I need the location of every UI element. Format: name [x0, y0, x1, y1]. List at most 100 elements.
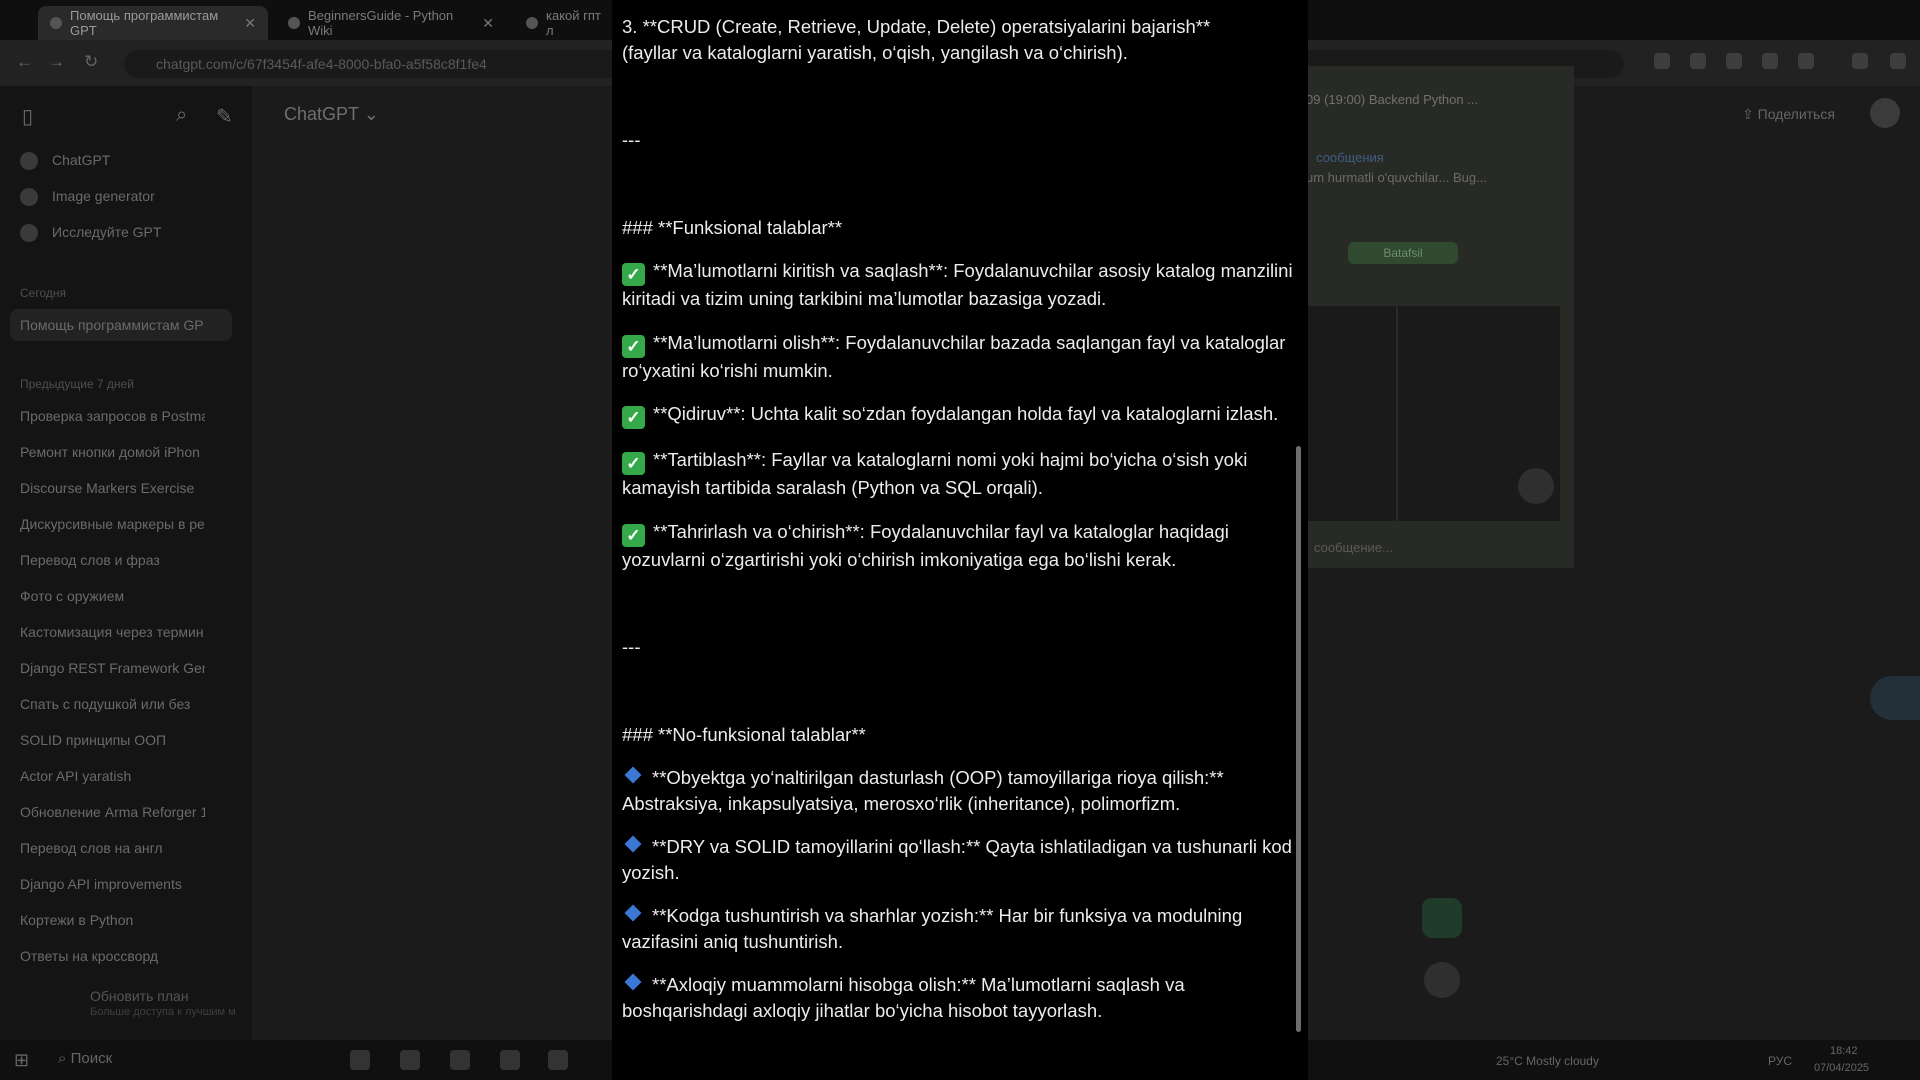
- nonfunctional-heading: ### **No-funksional talablar**: [622, 723, 866, 745]
- chat-history-item[interactable]: Перевод слов и фраз: [20, 552, 205, 568]
- back-icon[interactable]: ←: [16, 52, 33, 72]
- model-selector[interactable]: ChatGPT ⌄: [284, 104, 379, 125]
- search-icon: ⌕: [58, 1050, 71, 1067]
- functional-heading: ### **Funksional talablar**: [622, 216, 843, 238]
- nonfunctional-item-text: **DRY va SOLID tamoyillarini qo‘llash:**…: [622, 836, 1292, 883]
- nonfunctional-item: **Obyektga yo‘naltirilgan dasturlash (OO…: [622, 765, 1294, 816]
- upgrade-plan-button[interactable]: Обновить план Больше доступа к лучшим м: [20, 988, 236, 1018]
- chat-history-item[interactable]: Перевод слов на англ: [20, 840, 205, 856]
- share-button[interactable]: ⇪ Поделиться: [1742, 106, 1835, 123]
- functional-item: ✓ **Tartiblash**: Fayllar va kataloglarni…: [622, 447, 1294, 501]
- taskbar-search[interactable]: ⌕ Поиск: [58, 1050, 112, 1067]
- chat-history-item[interactable]: Проверка запросов в Postma: [20, 408, 205, 424]
- chat-history-item[interactable]: Фото с оружием: [20, 588, 205, 604]
- sidebar-toggle-icon[interactable]: ▯: [22, 104, 33, 129]
- section-title: Сегодня: [20, 286, 66, 300]
- sidebar-item-explore-gpt[interactable]: Исследуйте GPT: [20, 224, 205, 243]
- clock-date[interactable]: 07/04/2025: [1814, 1062, 1869, 1074]
- share-label: Поделиться: [1757, 106, 1835, 122]
- functional-item-text: **Tahrirlash va o‘chirish**: Foydalanuvc…: [622, 520, 1229, 570]
- nonfunctional-item: **DRY va SOLID tamoyillarini qo‘llash:**…: [622, 834, 1294, 885]
- crud-line: 3. **CRUD (Create, Retrieve, Update, Del…: [622, 16, 1211, 37]
- scroll-down-icon[interactable]: [1518, 468, 1554, 504]
- chat-history-item[interactable]: Django REST Framework Gene: [20, 660, 205, 676]
- url-text: chatgpt.com/c/67f3454f-afe4-8000-bfa0-a5…: [156, 56, 487, 72]
- tab-third[interactable]: какой гпт л: [514, 6, 614, 40]
- section-title: Предыдущие 7 дней: [20, 377, 134, 391]
- clock-time[interactable]: 18:42: [1830, 1045, 1858, 1057]
- chat-history-item[interactable]: Помощь программистам GP: [20, 317, 205, 333]
- windows-start-icon[interactable]: ⊞: [14, 1050, 29, 1071]
- extension-icon[interactable]: [1762, 53, 1778, 69]
- separator: ---: [622, 636, 641, 657]
- extension-icon[interactable]: [1690, 53, 1706, 69]
- weather-text[interactable]: 25°C Mostly cloudy: [1496, 1054, 1599, 1068]
- taskbar-search-label: Поиск: [70, 1050, 113, 1067]
- chat-history-item[interactable]: Actor API yaratish: [20, 768, 205, 784]
- functional-item-text: **Qidiruv**: Uchta kalit so‘zdan foydala…: [653, 403, 1279, 424]
- tab-beginners-guide[interactable]: BeginnersGuide - Python Wiki ✕: [276, 6, 506, 40]
- nonfunctional-item-text: **Axloqiy muammolarni hisobga olish:** M…: [622, 974, 1185, 1021]
- crud-line: (fayllar va kataloglarni yaratish, o‘qis…: [622, 41, 1128, 63]
- image-generator-icon: [20, 188, 38, 207]
- nonfunctional-item-text: **Obyektga yo‘naltirilgan dasturlash (OO…: [622, 767, 1224, 814]
- chat-history-item[interactable]: Кортежи в Python: [20, 912, 205, 928]
- chat-history-item[interactable]: Спать с подушкой или без: [20, 696, 205, 712]
- chat-history-item[interactable]: Ответы на кроссворд: [20, 948, 205, 964]
- close-tab-icon[interactable]: ✕: [244, 15, 256, 32]
- functional-item: ✓ **Qidiruv**: Uchta kalit so‘zdan foydal…: [622, 401, 1294, 429]
- chat-history-item[interactable]: SOLID принципы ООП: [20, 732, 205, 748]
- avatar[interactable]: [1870, 98, 1900, 128]
- nonfunctional-item: **Kodga tushuntirish va sharhlar yozish:…: [622, 903, 1294, 954]
- nonfunctional-item-text: **Kodga tushuntirish va sharhlar yozish:…: [622, 905, 1243, 952]
- app-icon[interactable]: [548, 1050, 568, 1070]
- upgrade-title: Обновить план: [90, 988, 189, 1004]
- close-tab-icon[interactable]: ✕: [482, 15, 494, 32]
- check-mark-icon: ✓: [622, 406, 645, 429]
- reload-icon[interactable]: ↻: [84, 52, 98, 72]
- chat-history-item[interactable]: Discourse Markers Exercise: [20, 480, 205, 496]
- new-chat-icon[interactable]: ✎: [216, 104, 233, 129]
- sidebar-item-label: ChatGPT: [52, 152, 111, 168]
- forward-icon[interactable]: →: [48, 52, 65, 72]
- telegram-image-thumbnail: [1306, 306, 1396, 521]
- chat-history-item[interactable]: Кастомизация через термин: [20, 624, 205, 640]
- telegram-button[interactable]: Batafsil: [1348, 242, 1458, 264]
- viewer-scrollbar[interactable]: [1296, 446, 1301, 1032]
- menu-icon[interactable]: [1890, 53, 1906, 69]
- image-viewer-overlay: 3. **CRUD (Create, Retrieve, Update, Del…: [612, 0, 1308, 1080]
- tab-label: какой гпт л: [546, 8, 601, 38]
- language-indicator[interactable]: РУС: [1768, 1054, 1792, 1068]
- chat-history-item[interactable]: Обновление Arma Reforger 1: [20, 804, 205, 820]
- task-view-icon[interactable]: [350, 1050, 370, 1070]
- chat-history-item[interactable]: Ремонт кнопки домой iPhon: [20, 444, 205, 460]
- tab-chatgpt[interactable]: Помощь программистам GPT ✕: [38, 6, 268, 40]
- chatgpt-favicon-icon: [526, 17, 538, 29]
- telegram-message-preview: сообщения: [1316, 150, 1384, 165]
- telegram-chat-title: 09 (19:00) Backend Python ...: [1306, 92, 1478, 107]
- functional-item: ✓ **Ma’lumotlarni olish**: Foydalanuvchil…: [622, 330, 1294, 384]
- gear-icon[interactable]: [1870, 676, 1920, 720]
- chrome-icon[interactable]: [450, 1050, 470, 1070]
- profile-icon[interactable]: [1852, 53, 1868, 69]
- search-icon[interactable]: ⌕: [176, 104, 187, 127]
- functional-item: ✓ **Ma’lumotlarni kiritish va saqlash**: …: [622, 258, 1294, 312]
- functional-item-text: **Ma’lumotlarni kiritish va saqlash**: F…: [622, 260, 1293, 309]
- app-icon[interactable]: [500, 1050, 520, 1070]
- puzzle-icon[interactable]: [1798, 53, 1814, 69]
- model-title: ChatGPT: [284, 104, 359, 124]
- telegram-input[interactable]: сообщение...: [1314, 540, 1393, 555]
- voice-icon[interactable]: [1424, 962, 1460, 998]
- blue-diamond-icon: [624, 835, 642, 853]
- bookmark-icon[interactable]: [1654, 53, 1670, 69]
- check-mark-icon: ✓: [622, 263, 645, 286]
- blue-diamond-icon: [624, 766, 642, 784]
- sidebar-item-chatgpt[interactable]: ChatGPT: [20, 152, 205, 171]
- chat-history-item[interactable]: Django API improvements: [20, 876, 205, 892]
- extension-icon[interactable]: [1726, 53, 1742, 69]
- chat-history-item[interactable]: Дискурсивные маркеры в ре: [20, 516, 205, 532]
- send-icon[interactable]: [1422, 898, 1462, 938]
- sidebar-item-image-generator[interactable]: Image generator: [20, 188, 205, 207]
- explorer-icon[interactable]: [400, 1050, 420, 1070]
- grid-icon: [20, 224, 38, 243]
